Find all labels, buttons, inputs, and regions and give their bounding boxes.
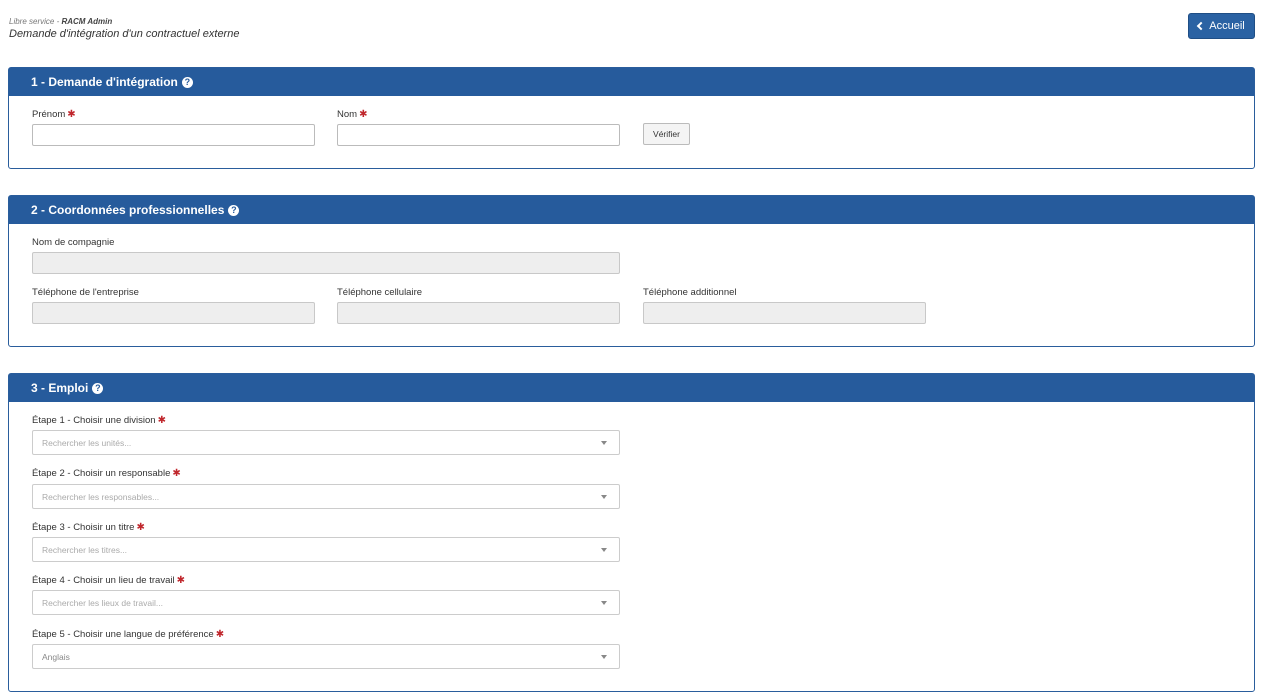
manager-select-placeholder: Rechercher les responsables...	[42, 491, 160, 502]
required-icon: ✱	[172, 468, 181, 479]
step-3-label-text: Étape 3 - Choisir un titre	[32, 522, 135, 533]
required-icon: ✱	[136, 522, 145, 533]
help-icon[interactable]: ?	[228, 204, 240, 216]
division-select-placeholder: Rechercher les unités...	[42, 437, 132, 448]
step-4-label: Étape 4 - Choisir un lieu de travail ✱	[32, 575, 185, 587]
help-icon[interactable]: ?	[92, 382, 104, 394]
home-button-label: Accueil	[1209, 20, 1245, 32]
title-select[interactable]: Rechercher les titres...	[32, 537, 620, 562]
section-title: 1 - Demande d'intégration	[31, 75, 178, 89]
workplace-select[interactable]: Rechercher les lieux de travail...	[32, 590, 620, 615]
additional-phone-field	[643, 302, 926, 324]
step-2-label: Étape 2 - Choisir un responsable ✱	[32, 468, 181, 480]
company-phone-field	[32, 302, 315, 324]
division-select[interactable]: Rechercher les unités...	[32, 430, 620, 455]
section-title: 3 - Emploi	[31, 381, 89, 395]
chevron-down-icon	[601, 655, 607, 659]
chevron-down-icon	[601, 495, 607, 499]
step-5-label-text: Étape 5 - Choisir une langue de préféren…	[32, 629, 214, 640]
company-name-field	[32, 252, 620, 274]
page-title: Demande d'intégration d'un contractuel e…	[9, 28, 240, 40]
required-icon: ✱	[67, 109, 76, 120]
required-icon: ✱	[157, 415, 166, 426]
workplace-select-placeholder: Rechercher les lieux de travail...	[42, 597, 163, 608]
page-header: Libre service - RACM Admin Demande d'int…	[9, 17, 239, 41]
last-name-label: Nom ✱	[337, 109, 367, 121]
last-name-input[interactable]	[337, 124, 620, 146]
required-icon: ✱	[359, 109, 368, 120]
required-icon: ✱	[176, 575, 185, 586]
verify-button[interactable]: Vérifier	[643, 123, 690, 145]
first-name-input[interactable]	[32, 124, 315, 146]
breadcrumb-app: RACM Admin	[61, 17, 113, 26]
step-5-label: Étape 5 - Choisir une langue de préféren…	[32, 629, 224, 641]
section-professional-contact-heading: 2 - Coordonnées professionnelles ?	[9, 196, 1254, 224]
step-4-label-text: Étape 4 - Choisir un lieu de travail	[32, 575, 175, 586]
chevron-down-icon	[601, 601, 607, 605]
manager-select[interactable]: Rechercher les responsables...	[32, 484, 620, 509]
chevron-left-icon	[1197, 21, 1206, 31]
step-3-label: Étape 3 - Choisir un titre ✱	[32, 522, 145, 534]
section-integration-request-heading: 1 - Demande d'intégration ?	[9, 68, 1254, 96]
cell-phone-field	[337, 302, 620, 324]
cell-phone-label: Téléphone cellulaire	[337, 287, 423, 298]
section-employment-heading: 3 - Emploi ?	[9, 374, 1254, 402]
language-select-value: Anglais	[42, 651, 70, 662]
breadcrumb: Libre service - RACM Admin	[9, 17, 239, 27]
section-integration-request: 1 - Demande d'intégration ? Prénom ✱ Nom ✱…	[8, 67, 1255, 169]
first-name-label: Prénom ✱	[32, 109, 76, 121]
breadcrumb-prefix: Libre service -	[9, 17, 62, 26]
step-1-label-text: Étape 1 - Choisir une division	[32, 415, 156, 426]
section-employment: 3 - Emploi ? Étape 1 - Choisir une divis…	[8, 373, 1255, 692]
help-icon[interactable]: ?	[181, 76, 193, 88]
step-1-label: Étape 1 - Choisir une division ✱	[32, 415, 166, 427]
company-name-label: Nom de compagnie	[32, 237, 115, 248]
required-icon: ✱	[215, 629, 225, 640]
section-title: 2 - Coordonnées professionnelles	[31, 203, 225, 217]
step-2-label-text: Étape 2 - Choisir un responsable	[32, 468, 171, 479]
language-select[interactable]: Anglais	[32, 644, 620, 669]
chevron-down-icon	[601, 441, 607, 445]
first-name-label-text: Prénom	[32, 109, 66, 120]
title-select-placeholder: Rechercher les titres...	[42, 544, 128, 555]
section-professional-contact: 2 - Coordonnées professionnelles ? Nom d…	[8, 195, 1255, 347]
company-phone-label: Téléphone de l'entreprise	[32, 287, 139, 298]
home-button[interactable]: Accueil	[1188, 13, 1255, 39]
additional-phone-label: Téléphone additionnel	[643, 287, 737, 298]
chevron-down-icon	[601, 548, 607, 552]
last-name-label-text: Nom	[337, 109, 358, 120]
